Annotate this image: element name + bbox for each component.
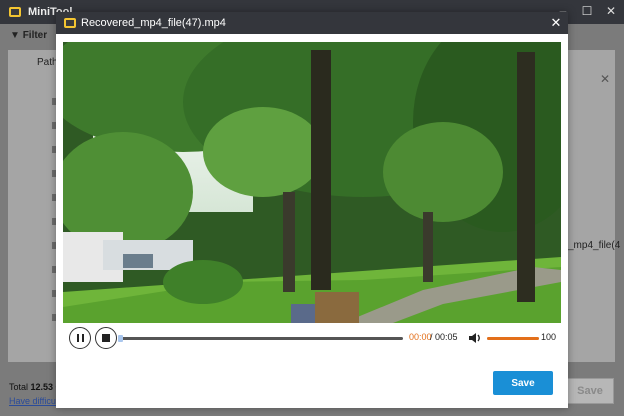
path-column-header: Path — [37, 57, 58, 68]
video-frame[interactable] — [63, 42, 561, 323]
dialog-titlebar: Recovered_mp4_file(47).mp4 ✕ — [56, 12, 568, 34]
pause-icon — [76, 334, 84, 342]
player-controls: 00:00 / 00:05 100 — [63, 323, 561, 353]
volume-value: 100 — [541, 332, 557, 342]
window-close-icon[interactable]: ✕ — [604, 4, 618, 18]
current-time: 00:00 — [409, 332, 432, 342]
dialog-title: Recovered_mp4_file(47).mp4 — [81, 17, 226, 29]
filter-button[interactable]: ▼ Filter — [10, 30, 60, 46]
filter-label: Filter — [22, 30, 48, 41]
save-button[interactable]: Save — [493, 371, 553, 395]
volume-slider[interactable] — [487, 337, 539, 340]
maximize-icon[interactable]: ☐ — [580, 4, 594, 18]
seek-bar[interactable] — [118, 335, 403, 342]
total-time: / 00:05 — [430, 332, 458, 342]
stop-button[interactable] — [95, 327, 117, 349]
close-icon[interactable]: ✕ — [548, 14, 564, 32]
stop-icon — [102, 334, 110, 342]
file-name-fragment: _mp4_file(4 — [568, 240, 621, 251]
app-save-button[interactable]: Save — [566, 378, 614, 404]
speaker-icon[interactable] — [467, 330, 483, 346]
preview-panel-close-icon[interactable]: ✕ — [600, 72, 610, 86]
dialog-footer: Save — [56, 360, 568, 408]
volume-fill — [487, 337, 539, 340]
pause-button[interactable] — [69, 327, 91, 349]
park-scene-image — [63, 42, 561, 323]
minitool-logo-icon — [64, 18, 76, 28]
total-label: Total — [9, 382, 29, 392]
video-preview-dialog: Recovered_mp4_file(47).mp4 ✕ 00:00 / 00:… — [56, 12, 568, 408]
minitool-logo-icon — [9, 7, 21, 17]
seek-handle[interactable] — [118, 335, 123, 342]
